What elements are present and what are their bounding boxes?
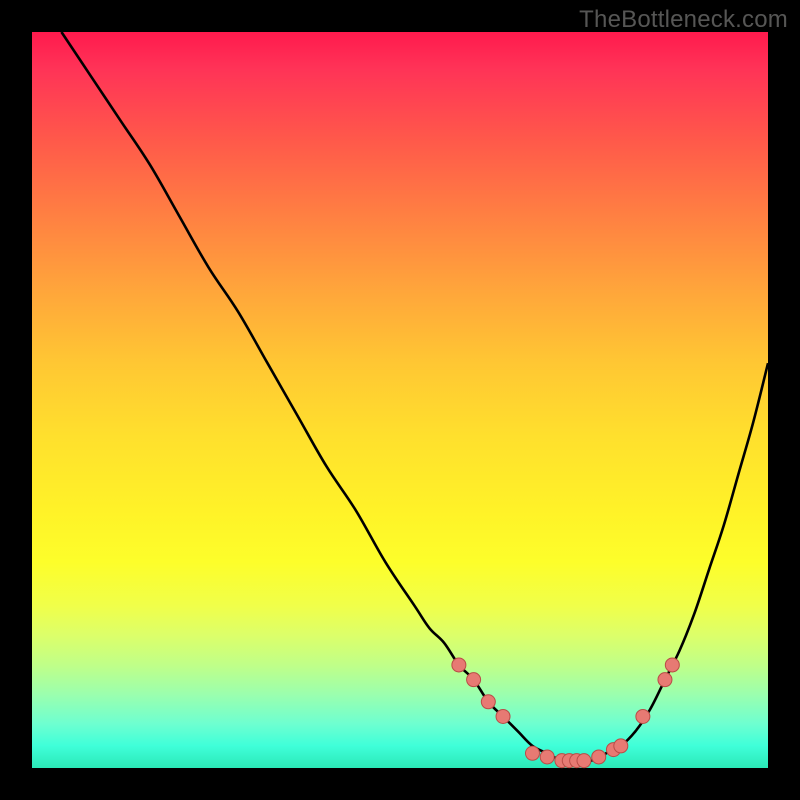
- marker-dot: [665, 658, 679, 672]
- marker-dot: [592, 750, 606, 764]
- bottleneck-curve: [61, 32, 768, 761]
- watermark-text: TheBottleneck.com: [579, 6, 788, 34]
- marker-dot: [496, 709, 510, 723]
- marker-dot: [481, 695, 495, 709]
- curve-markers: [452, 658, 679, 768]
- marker-dot: [614, 739, 628, 753]
- marker-dot: [525, 746, 539, 760]
- curve-svg: [32, 32, 768, 768]
- chart-container: TheBottleneck.com: [0, 0, 800, 800]
- marker-dot: [636, 709, 650, 723]
- marker-dot: [467, 673, 481, 687]
- marker-dot: [577, 754, 591, 768]
- plot-area: [32, 32, 768, 768]
- marker-dot: [452, 658, 466, 672]
- marker-dot: [540, 750, 554, 764]
- marker-dot: [658, 673, 672, 687]
